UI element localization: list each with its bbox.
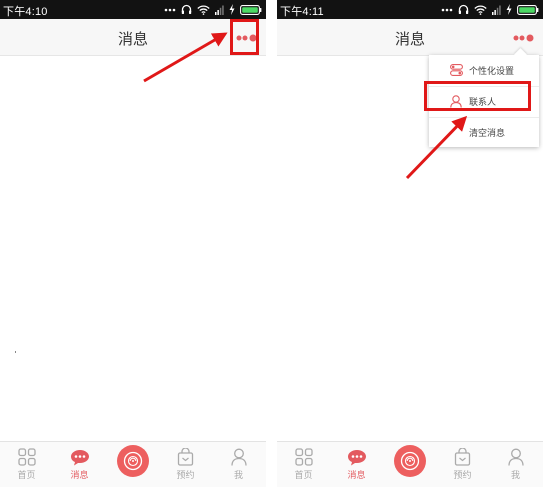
tab-me[interactable]: 我: [489, 442, 542, 487]
wifi-icon: [474, 4, 487, 15]
headphones-icon: [458, 4, 469, 14]
grid-icon: [294, 448, 313, 466]
menu-item-label: 清空消息: [469, 129, 506, 139]
more-options-button[interactable]: [513, 32, 535, 44]
settings-toggle-icon: [449, 64, 463, 76]
tab-home-label: 首页: [17, 471, 36, 481]
more-dots-icon: [236, 34, 257, 42]
status-bar: 下午4:10: [0, 0, 266, 19]
status-icons: [164, 2, 262, 17]
tab-messages[interactable]: 消息: [53, 442, 106, 487]
person-icon: [507, 448, 524, 466]
person-icon: [230, 448, 247, 466]
more-options-button[interactable]: [236, 32, 258, 44]
status-time: 下午4:10: [3, 6, 48, 18]
phone-screen-right: 下午4:11 消息 个性化设置 联系人 清空消息 首页 消息 预约 我: [277, 0, 543, 487]
more-notifications-icon: [441, 8, 453, 11]
phone-screen-left: 下午4:10 消息 首页 消息 预约 我: [0, 0, 266, 487]
tab-me[interactable]: 我: [212, 442, 265, 487]
bag-icon: [177, 448, 194, 466]
menu-item-clear-messages[interactable]: 清空消息: [429, 117, 539, 147]
title-bar: 消息: [277, 19, 543, 56]
headphones-icon: [181, 4, 192, 14]
menu-item-label: 联系人: [469, 98, 497, 108]
status-bar: 下午4:11: [277, 0, 543, 19]
tab-me-label: 我: [233, 471, 243, 481]
tab-messages-label: 消息: [347, 471, 366, 481]
signal-icon: [215, 5, 224, 15]
page-title: 消息: [394, 30, 425, 48]
more-notifications-icon: [164, 8, 176, 11]
battery-icon: [240, 4, 262, 15]
more-dots-icon: [513, 34, 534, 42]
tab-messages-label: 消息: [70, 471, 89, 481]
tab-me-label: 我: [510, 471, 520, 481]
grid-icon: [17, 448, 36, 466]
wifi-icon: [197, 4, 210, 15]
center-action-button[interactable]: [394, 445, 426, 477]
page-title: 消息: [117, 30, 148, 48]
tab-home-label: 首页: [294, 471, 313, 481]
center-disc-icon: [123, 451, 143, 471]
contact-person-icon: [450, 95, 462, 108]
charging-icon: [229, 4, 235, 15]
center-disc-icon: [400, 451, 420, 471]
bottom-tab-bar: 首页 消息 预约 我: [277, 441, 543, 487]
signal-icon: [492, 5, 501, 15]
tab-home[interactable]: 首页: [277, 442, 330, 487]
status-time: 下午4:11: [280, 6, 324, 18]
tab-booking[interactable]: 预约: [159, 442, 212, 487]
center-action-button[interactable]: [117, 445, 149, 477]
tab-booking-label: 预约: [176, 471, 195, 481]
chat-icon: [70, 449, 89, 465]
bottom-tab-bar: 首页 消息 预约 我: [0, 441, 266, 487]
tab-booking-label: 预约: [453, 471, 472, 481]
tab-booking[interactable]: 预约: [436, 442, 489, 487]
menu-item-personalization[interactable]: 个性化设置: [429, 55, 539, 85]
battery-icon: [517, 4, 539, 15]
title-bar: 消息: [0, 19, 266, 56]
status-icons: [441, 2, 539, 17]
tab-home[interactable]: 首页: [0, 442, 53, 487]
chat-icon: [347, 449, 366, 465]
charging-icon: [506, 4, 512, 15]
bag-icon: [454, 448, 471, 466]
stray-pixel: [15, 351, 16, 353]
message-list-area: [0, 56, 266, 440]
tab-messages[interactable]: 消息: [330, 442, 383, 487]
more-options-menu: 个性化设置 联系人 清空消息: [429, 55, 539, 147]
menu-item-contacts[interactable]: 联系人: [429, 86, 539, 116]
menu-item-label: 个性化设置: [469, 66, 515, 77]
